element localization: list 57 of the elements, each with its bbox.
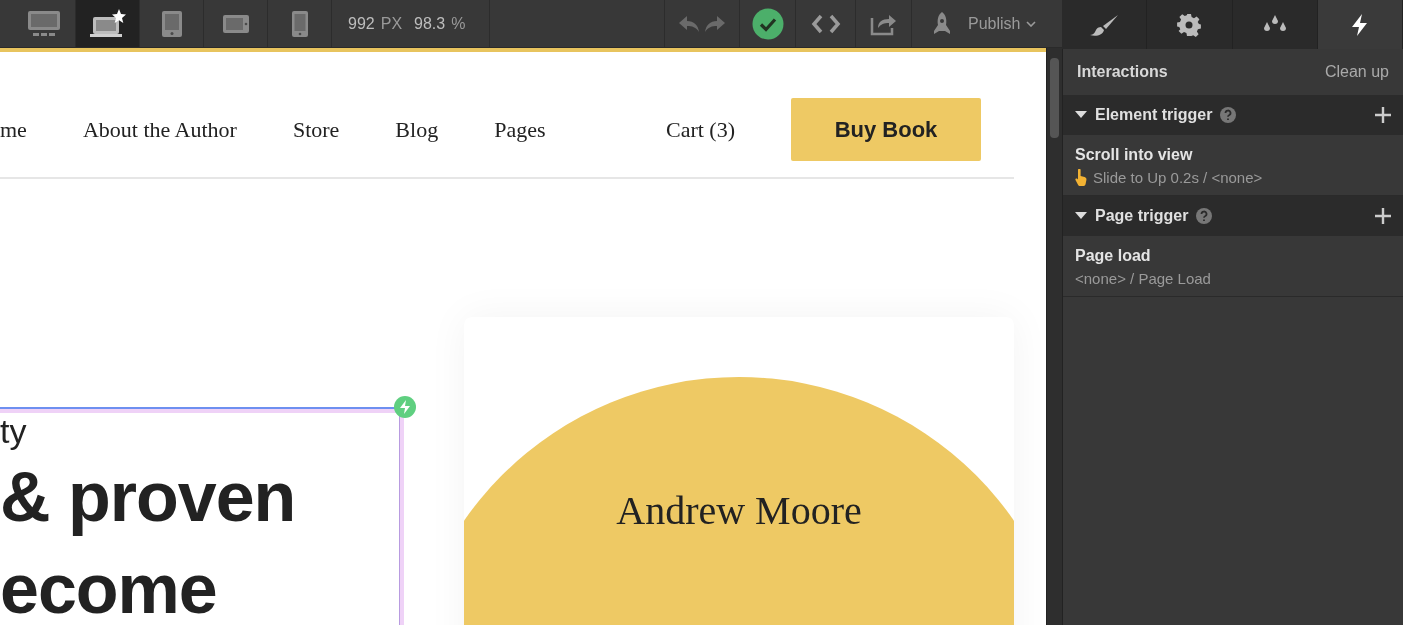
headline-line: ecome: [0, 549, 217, 625]
add-trigger-button[interactable]: [1375, 107, 1391, 123]
nav-link[interactable]: About the Author: [82, 116, 237, 143]
tablet-icon: [160, 9, 183, 38]
phone-icon: [290, 9, 309, 38]
help-icon[interactable]: [1220, 107, 1237, 123]
nav-link[interactable]: Blog: [395, 116, 439, 143]
collapse-toggle[interactable]: [1075, 212, 1087, 220]
eyebrow-text: ty: [0, 411, 27, 451]
cart-link[interactable]: Cart (3): [665, 116, 735, 143]
trigger-detail: <none> / Page Load: [1075, 270, 1211, 287]
buy-book-button[interactable]: Buy Book: [791, 98, 981, 161]
desktop-icon: [26, 9, 61, 38]
device-button[interactable]: [76, 0, 140, 47]
check-icon[interactable]: [751, 7, 784, 40]
panel-title: Interactions: [1077, 63, 1168, 81]
caret-icon: [1075, 212, 1087, 220]
author-name: Andrew Moore: [616, 487, 862, 534]
selection-frame[interactable]: ty & proven ecome: [0, 407, 404, 625]
zoom-unit: %: [451, 14, 466, 33]
nav-link[interactable]: Store: [292, 116, 340, 143]
chevron-down-icon: [1026, 20, 1037, 27]
trigger-item[interactable]: Page load <none> / Page Load: [1063, 236, 1403, 297]
undo-button[interactable]: [678, 14, 700, 33]
plus-icon: [1375, 107, 1391, 123]
code-icon[interactable]: [810, 13, 841, 34]
trigger-label: Element trigger: [1095, 106, 1213, 124]
headline-line: & proven: [0, 457, 296, 538]
trigger-label: Page trigger: [1095, 207, 1189, 225]
undo-icon: [678, 14, 700, 33]
trigger-title: Page load: [1075, 247, 1152, 265]
nav-link[interactable]: Pages: [494, 116, 546, 143]
lightning-icon: [1350, 13, 1369, 36]
zoom-value: 98.3: [414, 14, 446, 33]
trigger-detail: Slide to Up 0.2s / <none>: [1093, 169, 1263, 186]
width-value: 992: [348, 14, 375, 33]
pointing-hand-icon: [1075, 169, 1087, 186]
tablet-landscape-icon: [221, 13, 250, 34]
scroll-thumb[interactable]: [1050, 58, 1059, 138]
paintbrush-icon: [1089, 13, 1120, 36]
width-unit: PX: [380, 14, 403, 33]
publish-button[interactable]: Publish: [968, 14, 1037, 33]
trigger-title: Scroll into view: [1075, 146, 1194, 164]
nav-link[interactable]: me: [0, 116, 27, 143]
add-trigger-button[interactable]: [1375, 208, 1391, 224]
clean-up-button[interactable]: Clean up: [1324, 63, 1389, 81]
scrollbar[interactable]: [1046, 48, 1062, 625]
lightning-badge-icon: [393, 395, 417, 419]
plus-icon: [1375, 208, 1391, 224]
redo-icon: [704, 14, 726, 33]
settings-icon: [1177, 12, 1202, 37]
collapse-toggle[interactable]: [1075, 111, 1087, 119]
laptop-star-icon: [88, 8, 127, 39]
caret-icon: [1075, 111, 1087, 119]
help-icon[interactable]: [1196, 208, 1213, 224]
redo-button[interactable]: [704, 14, 726, 33]
panel-tab[interactable]: [1317, 0, 1403, 49]
